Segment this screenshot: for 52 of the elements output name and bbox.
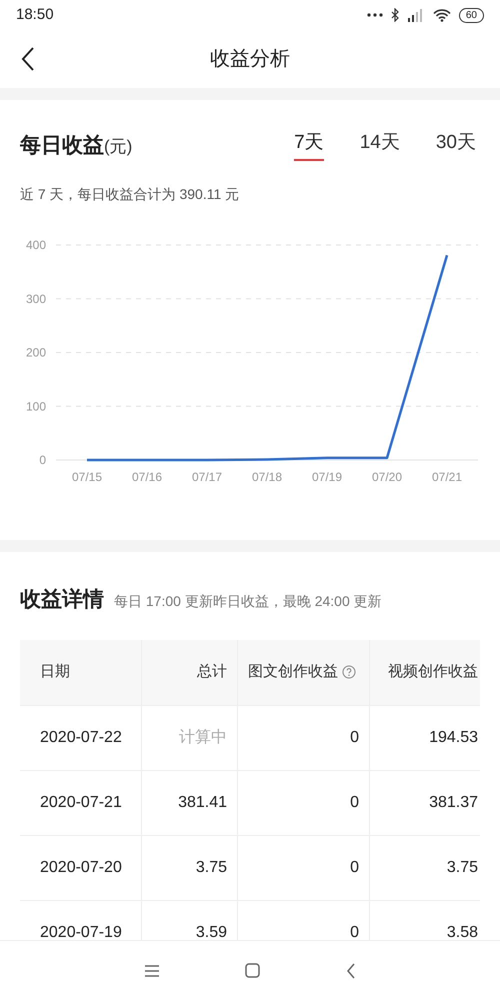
x-tick-label: 07/16: [132, 470, 162, 484]
more-icon: [366, 13, 383, 17]
table-cell-text: 194.53: [429, 728, 478, 748]
y-tick-label: 0: [39, 452, 46, 466]
x-tick-label: 07/17: [192, 470, 222, 484]
x-tick-label: 07/21: [432, 470, 462, 484]
column-header: 日期: [40, 662, 70, 682]
period-tab[interactable]: 30天: [436, 130, 476, 161]
table-cell-text: 3.75: [196, 858, 227, 878]
section-title: 收益详情: [20, 586, 104, 613]
unit-label: (元): [104, 136, 132, 158]
table-cell-text: 2020-07-20: [40, 858, 122, 878]
signal-icon: [406, 8, 425, 22]
battery-indicator: 60: [458, 8, 484, 22]
table-cell-text: 0: [350, 728, 359, 748]
table-cell-text: 2020-07-21: [40, 792, 122, 812]
menu-icon[interactable]: [144, 964, 158, 976]
update-note: 每日 17:00 更新昨日收益，最晚 24:00 更新: [114, 592, 382, 611]
back-icon: [21, 46, 35, 72]
table-cell-text: 2020-07-19: [40, 922, 122, 942]
y-tick-label: 300: [26, 291, 46, 306]
x-tick-label: 07/19: [312, 470, 342, 484]
period-tab[interactable]: 14天: [360, 130, 400, 161]
table-cell-text: 3.75: [446, 858, 478, 878]
bluetooth-icon: [390, 8, 399, 22]
table-cell-text: 计算中: [179, 728, 227, 748]
table-cell-text: 0: [350, 858, 359, 878]
table-cell-text: 381.41: [178, 792, 227, 812]
table-cell-text: 0: [350, 792, 359, 812]
table-cell-text: 3.58: [446, 922, 478, 942]
x-tick-label: 07/18: [252, 470, 282, 484]
x-tick-label: 07/15: [72, 470, 102, 484]
period-tab[interactable]: 7天: [294, 130, 324, 161]
column-header: 视频创作收益: [388, 662, 478, 682]
table-cell-text: 3.59: [196, 922, 227, 942]
summary-text: 近 7 天，每日收益合计为 390.11 元: [20, 184, 240, 204]
section-title: 每日收益: [20, 133, 104, 159]
y-tick-label: 400: [26, 238, 46, 252]
status-time: 18:50: [16, 4, 54, 25]
y-tick-label: 200: [26, 345, 46, 359]
column-header: 总计: [197, 662, 227, 682]
wifi-icon: [432, 8, 451, 22]
y-tick-label: 100: [26, 398, 46, 413]
table-cell-text: 0: [350, 922, 359, 942]
back-icon[interactable]: [346, 962, 356, 978]
table-cell-text: 2020-07-22: [40, 728, 122, 748]
page-title: 收益分析: [210, 47, 290, 72]
table-cell-text: 381.37: [429, 792, 478, 812]
home-icon[interactable]: [244, 963, 260, 978]
help-icon[interactable]: [342, 665, 356, 679]
x-tick-label: 07/20: [372, 470, 402, 484]
column-header: 图文创作收益: [248, 662, 338, 682]
